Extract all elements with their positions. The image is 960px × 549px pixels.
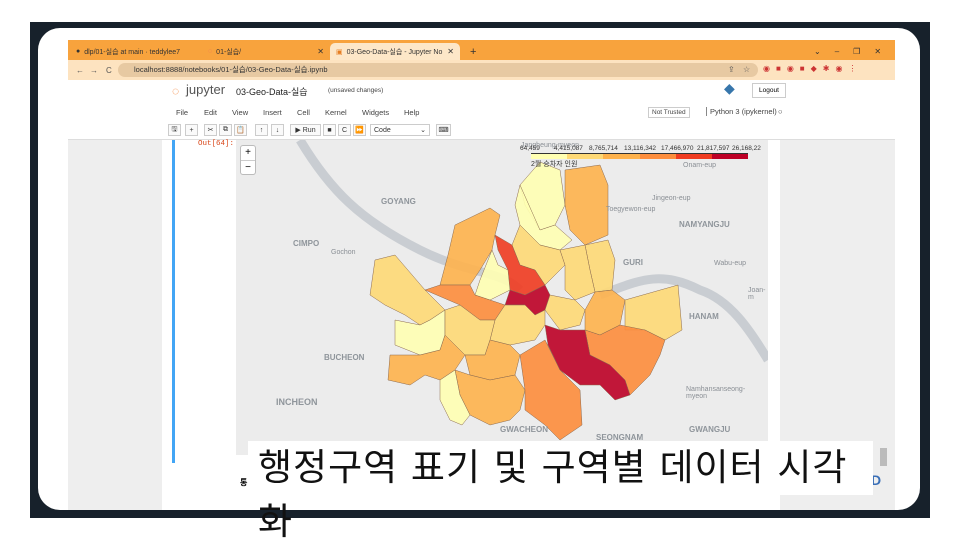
stop-button[interactable]: ■	[323, 124, 336, 136]
tab-notebook[interactable]: ▣ 03-Geo-Data-실습 - Jupyter No ✕	[330, 43, 460, 60]
cell-selection-bar	[172, 140, 175, 463]
restart-button[interactable]: C	[338, 124, 351, 136]
legend-tick: 17,466,970	[661, 145, 694, 152]
notebook-title[interactable]: 03-Geo-Data-실습	[236, 85, 308, 98]
place-label: HANAM	[689, 312, 719, 321]
cell-type-select[interactable]: Code ⌄	[370, 124, 430, 136]
keyboard-shortcuts-button[interactable]: ⌨	[436, 124, 451, 136]
restart-run-all-button[interactable]: ⏩	[353, 124, 366, 136]
place-label: GURI	[623, 258, 643, 267]
markdown-cell-text: 통	[240, 478, 248, 487]
save-status: (unsaved changes)	[328, 87, 384, 94]
not-trusted-badge[interactable]: Not Trusted	[648, 107, 690, 118]
place-label: INCHEON	[276, 397, 318, 407]
place-label: Joan-m	[748, 287, 766, 301]
menu-insert[interactable]: Insert	[263, 108, 282, 117]
add-cell-button[interactable]: +	[185, 124, 198, 136]
legend-tick: 21,817,597	[697, 145, 730, 152]
copy-button[interactable]: ⧉	[219, 124, 232, 136]
move-down-button[interactable]: ↓	[271, 124, 284, 136]
district-polygon[interactable]	[564, 164, 609, 246]
chevron-down-icon: ⌄	[420, 127, 426, 134]
url-input[interactable]: localhost:8888/notebooks/01-실습/03-Geo-Da…	[118, 63, 758, 77]
jupyter-logo-icon: ◌	[172, 84, 180, 98]
place-label: GWANGJU	[689, 425, 731, 434]
legend-tick: 26,168,22	[732, 145, 761, 152]
close-icon[interactable]: ✕	[317, 47, 324, 56]
maximize-icon[interactable]: ❐	[853, 47, 860, 56]
cut-button[interactable]: ✂	[204, 124, 217, 136]
minimize-icon[interactable]: –	[835, 47, 839, 56]
place-label: CIMPO	[293, 239, 320, 248]
forward-icon[interactable]: →	[90, 66, 98, 75]
tab-folder[interactable]: ◌ 01-실습/✕	[202, 43, 330, 60]
legend-tick: 64,459	[520, 145, 540, 152]
menu-file[interactable]: File	[176, 108, 188, 117]
zoom-in-button[interactable]: +	[241, 146, 255, 161]
address-bar-row: ← → C localhost:8888/notebooks/01-실습/03-…	[68, 60, 895, 80]
legend-tick: 13,116,342	[624, 145, 657, 152]
paste-button[interactable]: 📋	[234, 124, 247, 136]
place-label: GWACHEON	[500, 425, 548, 434]
legend-tick: 4,415,087	[554, 145, 583, 152]
output-prompt: Out[64]:	[198, 140, 235, 148]
district-polygon[interactable]	[544, 294, 586, 331]
legend-swatch	[675, 154, 712, 159]
python-logo-icon: ◆	[724, 80, 735, 96]
new-tab-button[interactable]: +	[464, 43, 482, 60]
legend-title: 2월 승차자 인원	[531, 161, 578, 168]
github-icon: ●	[76, 48, 81, 55]
place-label: Wabu-eup	[714, 260, 747, 267]
share-icon[interactable]: ⇪	[728, 65, 735, 74]
close-window-icon[interactable]: ✕	[874, 47, 881, 56]
kernel-idle-icon: ○	[778, 107, 783, 116]
legend-swatch	[603, 154, 640, 159]
reload-icon[interactable]: C	[106, 66, 112, 75]
tab-github[interactable]: ● dlp/01-실습 at main · teddylee7	[70, 43, 198, 60]
legend-tick: 8,765,714	[589, 145, 618, 152]
legend-swatch	[639, 154, 676, 159]
window-controls: ⌄ – ❐ ✕	[808, 43, 887, 60]
loading-icon: ◌	[208, 48, 213, 55]
scrollbar-thumb[interactable]	[880, 448, 887, 466]
save-button[interactable]: 🖫	[168, 124, 181, 136]
menu-view[interactable]: View	[232, 108, 248, 117]
kernel-name: Python 3 (ipykernel)	[706, 107, 777, 116]
jupyter-logo[interactable]: jupyter	[186, 82, 225, 97]
move-up-button[interactable]: ↑	[255, 124, 268, 136]
back-icon[interactable]: ←	[76, 66, 84, 75]
logout-button[interactable]: Logout	[752, 83, 786, 98]
menu-widgets[interactable]: Widgets	[362, 108, 389, 117]
tab-bar: ● dlp/01-실습 at main · teddylee7 ◌ 01-실습/✕ …	[68, 40, 895, 60]
place-label: Toegyewon-eup	[606, 206, 656, 213]
place-label: Namhansanseong-myeon	[686, 386, 746, 400]
jupyter-icon: ▣	[336, 48, 343, 56]
run-button[interactable]: ▶ Run	[290, 124, 321, 136]
zoom-control: + −	[240, 145, 256, 175]
zoom-out-button[interactable]: −	[241, 161, 255, 175]
choropleth-map[interactable]: Jangheung-myeon GOYANG CIMPO Gochon BUCH…	[236, 140, 768, 455]
menu-help[interactable]: Help	[404, 108, 419, 117]
place-label: NAMYANGJU	[679, 220, 730, 229]
place-label: GOYANG	[381, 197, 416, 206]
close-icon[interactable]: ✕	[447, 47, 454, 56]
menu-edit[interactable]: Edit	[204, 108, 217, 117]
place-label: BUCHEON	[324, 353, 365, 362]
extension-icons[interactable]: ◉■◉■◆✱◉⋮	[763, 64, 862, 73]
map-svg	[296, 140, 768, 441]
legend-swatch	[711, 154, 749, 159]
place-label: Onam-eup	[683, 162, 717, 169]
chevron-down-icon[interactable]: ⌄	[814, 47, 821, 56]
play-icon: ▶	[295, 127, 301, 134]
place-label: Gochon	[331, 249, 356, 256]
subtitle-caption: 행정구역 표기 및 구역별 데이터 시각화	[248, 441, 873, 543]
place-label: Jingeon-eup	[652, 195, 691, 202]
star-icon[interactable]: ☆	[743, 65, 750, 74]
menu-cell[interactable]: Cell	[297, 108, 310, 117]
menu-kernel[interactable]: Kernel	[325, 108, 347, 117]
